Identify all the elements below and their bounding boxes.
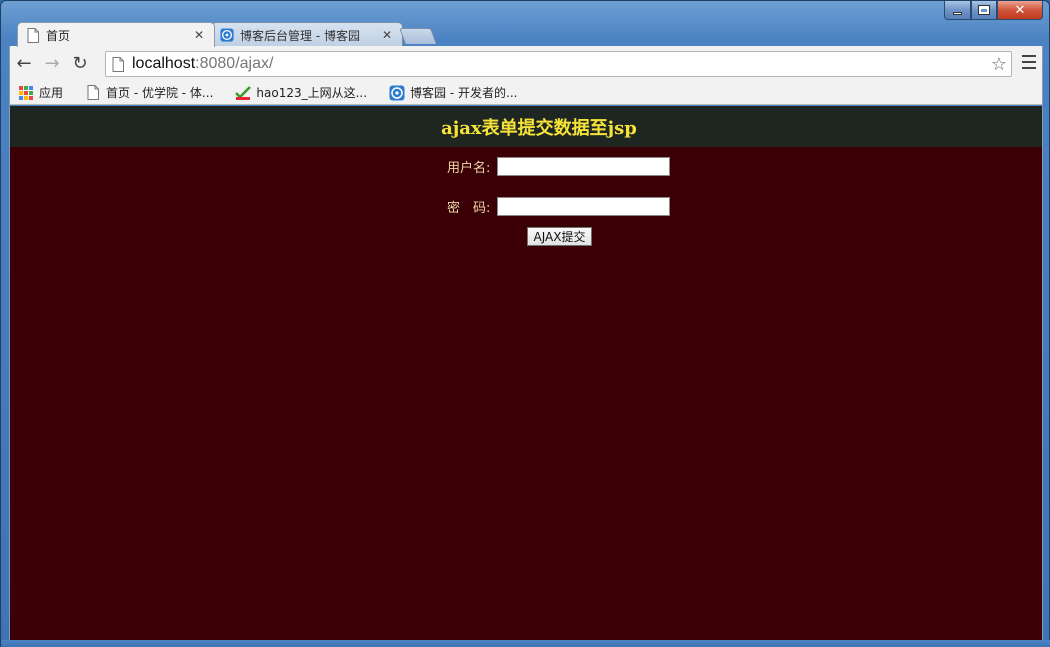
bookmark-star-icon[interactable]: ☆ [991,54,1007,75]
bookmark-ulearning[interactable]: 首页 - 优学院 - 体... [85,84,213,101]
browser-window: ✕ 首页 ✕ 博客后台管理 - 博客园 ✕ ← → ↻ localhost:8… [0,0,1050,647]
menu-line [1022,61,1036,63]
maximize-button[interactable] [971,1,997,20]
menu-line [1022,67,1036,69]
ajax-submit-button[interactable]: AJAX提交 [527,227,592,246]
password-label: 密 码: [447,201,491,216]
username-input[interactable] [497,157,670,176]
window-controls: ✕ [944,1,1043,21]
bookmark-cnblogs[interactable]: 博客园 - 开发者的... [389,84,517,101]
chrome-menu-button[interactable] [1022,55,1036,69]
tab-strip: 首页 ✕ 博客后台管理 - 博客园 ✕ [9,19,1043,47]
page-viewport: ajax表单提交数据至jsp 用户名: 密 码: AJAX提交 [9,106,1043,640]
minimize-icon [953,11,962,15]
tab-close-icon[interactable]: ✕ [380,28,394,42]
minimize-button[interactable] [944,1,971,20]
bookmark-label: 博客园 - 开发者的... [410,86,518,100]
password-input[interactable] [497,197,670,216]
forward-arrow-icon: → [44,53,60,74]
tab-home[interactable]: 首页 ✕ [17,22,215,47]
password-row: 密 码: [447,197,670,216]
page-icon [112,56,124,72]
page-header: ajax表单提交数据至jsp [10,106,1042,147]
tab-close-icon[interactable]: ✕ [192,28,206,42]
reload-icon: ↻ [72,53,88,74]
close-icon: ✕ [1014,2,1026,18]
bookmark-label: hao123_上网从这... [256,86,368,100]
window-bottom-frame [1,640,1050,647]
url-host: localhost [132,55,196,72]
tab-title: 博客后台管理 - 博客园 [240,28,360,43]
menu-line [1022,55,1036,57]
bookmarks-bar: 应用 首页 - 优学院 - 体... hao123_上网从这... 博客园 - … [9,81,1043,105]
tab-blog-admin[interactable]: 博客后台管理 - 博客园 ✕ [211,22,403,47]
cnblogs-icon [220,27,234,43]
cnblogs-icon [389,85,405,101]
tab-title: 首页 [46,28,71,43]
reload-button[interactable]: ↻ [66,50,94,78]
new-tab-button[interactable] [399,28,437,44]
browser-toolbar: ← → ↻ localhost:8080/ajax/ ☆ [9,46,1043,81]
close-window-button[interactable]: ✕ [997,1,1043,20]
address-bar[interactable]: localhost:8080/ajax/ ☆ [105,51,1012,77]
maximize-icon [978,5,990,15]
username-label: 用户名: [447,161,491,176]
login-form: 用户名: 密 码: AJAX提交 [10,147,1042,347]
username-row: 用户名: [447,157,670,176]
bookmark-label: 应用 [39,86,64,100]
hao123-icon [235,85,252,101]
forward-button[interactable]: → [38,50,66,78]
page-icon [85,85,101,101]
bookmark-label: 首页 - 优学院 - 体... [106,86,214,100]
page-title: ajax表单提交数据至jsp [441,117,637,139]
url-path: :8080/ajax/ [195,55,274,72]
page-icon [26,27,40,43]
back-arrow-icon: ← [16,53,32,74]
bookmark-hao123[interactable]: hao123_上网从这... [235,84,367,101]
bookmark-apps[interactable]: 应用 [18,84,63,101]
back-button[interactable]: ← [10,50,38,78]
apps-grid-icon [18,85,34,101]
